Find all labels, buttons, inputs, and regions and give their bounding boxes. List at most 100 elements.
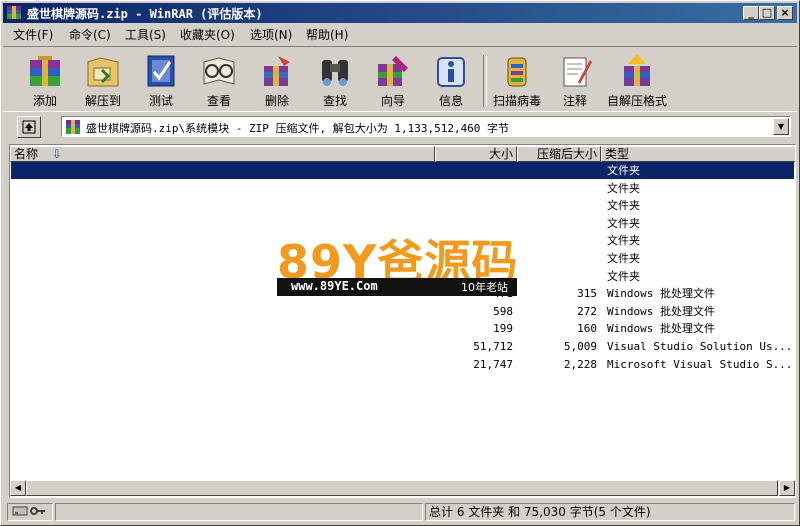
menu-bar: 文件(F) 命令(C) 工具(S) 收藏夹(O) 选项(N) 帮助(H) <box>3 24 797 44</box>
test-icon <box>147 55 175 87</box>
folder-row[interactable]: 消息定义文件夹 <box>11 180 794 197</box>
file-size: 21,747 <box>473 357 513 371</box>
folder-row[interactable]: 全局定义文件夹 <box>11 197 794 214</box>
file-size: 51,712 <box>473 340 513 353</box>
folder-row[interactable]: ..文件夹 <box>11 162 794 179</box>
menu-favorites[interactable]: 收藏夹(O) <box>180 26 235 43</box>
sfx-icon <box>624 54 650 86</box>
toolbar-test-button[interactable]: 测试 <box>131 50 191 110</box>
path-text: 盛世棋牌源码.zip\系统模块 - ZIP 压缩文件, 解包大小为 1,133,… <box>86 122 510 135</box>
column-header-name[interactable]: 名称 ⇩ <box>10 146 435 162</box>
column-name-label: 名称 <box>14 147 39 161</box>
status-bar: 总计 6 文件夹 和 75,030 字节(5 个文件) <box>3 501 797 523</box>
view-icon <box>203 57 235 85</box>
info-icon <box>437 57 465 87</box>
column-header-size[interactable]: 大小 <box>435 146 517 162</box>
file-type: 文件夹 <box>607 216 640 230</box>
toolbar-add-label: 添加 <box>32 94 57 108</box>
column-header-type[interactable]: 类型 <box>601 146 795 162</box>
toolbar-find-button[interactable]: 查找 <box>305 50 365 110</box>
status-selection-pane <box>55 503 423 521</box>
watermark-slogan: 10年老站 <box>461 281 508 294</box>
toolbar-comment-button[interactable]: 注释 <box>545 50 605 110</box>
toolbar-virus-scan-label: 扫描病毒 <box>492 94 541 108</box>
file-list[interactable]: 名称 ⇩ 大小 压缩后大小 类型 ..文件夹消息定义文件夹全局定义文件夹链接库文… <box>9 144 796 498</box>
file-packed-size: 5,009 <box>563 340 597 353</box>
file-packed-size: 2,228 <box>563 357 597 371</box>
toolbar-sfx-button[interactable]: 自解压格式 <box>607 50 667 110</box>
toolbar-add-button[interactable]: 添加 <box>15 50 75 110</box>
toolbar-info-button[interactable]: 信息 <box>421 50 481 110</box>
file-type: Windows 批处理文件 <box>607 322 715 336</box>
horizontal-scrollbar[interactable]: ◀ ▶ <box>10 480 795 496</box>
add-archive-icon <box>30 56 60 86</box>
close-button[interactable]: × <box>777 6 793 20</box>
toolbar-virus-scan-button[interactable]: 扫描病毒 <box>487 50 547 110</box>
toolbar-info-label: 信息 <box>438 94 463 108</box>
file-type: 文件夹 <box>607 252 640 265</box>
watermark-url: www.89YE.Com <box>291 279 378 293</box>
winrar-window: 盛世棋牌源码.zip - WinRAR (评估版本) _ □ × 文件(F) 命… <box>0 0 800 526</box>
toolbar-view-button[interactable]: 查看 <box>189 50 249 110</box>
menu-tools[interactable]: 工具(S) <box>125 26 166 43</box>
status-summary: 总计 6 文件夹 和 75,030 字节(5 个文件) <box>425 503 795 521</box>
file-packed-size: 315 <box>577 287 597 301</box>
archive-icon <box>66 120 80 134</box>
wizard-icon <box>378 56 408 86</box>
toolbar-comment-label: 注释 <box>562 94 587 108</box>
toolbar: 添加 解压到 测试 查看 删除 查找 向导 信息 扫描病毒 注释 自解压格式 <box>3 46 797 112</box>
toolbar-delete-label: 删除 <box>264 94 289 108</box>
drive-key-icon <box>12 506 45 516</box>
toolbar-test-label: 测试 <box>148 94 173 108</box>
menu-commands[interactable]: 命令(C) <box>69 26 111 43</box>
toolbar-extract-label: 解压到 <box>84 94 121 108</box>
file-row[interactable]: Platform.sln *21,7472,228Microsoft Visua… <box>11 356 794 373</box>
toolbar-wizard-button[interactable]: 向导 <box>363 50 423 110</box>
toolbar-sfx-label: 自解压格式 <box>607 94 668 108</box>
chevron-left-icon: ◀ <box>14 483 22 492</box>
column-header-packed[interactable]: 压缩后大小 <box>517 146 601 162</box>
address-bar: 盛世棋牌源码.zip\系统模块 - ZIP 压缩文件, 解包大小为 1,133,… <box>3 114 797 140</box>
menu-options[interactable]: 选项(N) <box>250 26 292 43</box>
delete-icon <box>264 56 290 86</box>
scroll-thumb[interactable] <box>26 480 778 496</box>
file-size: 199 <box>493 322 513 336</box>
chevron-right-icon: ▶ <box>783 483 791 492</box>
status-drive-pane[interactable] <box>7 503 53 521</box>
file-type: 文件夹 <box>607 199 640 213</box>
title-bar[interactable]: 盛世棋牌源码.zip - WinRAR (评估版本) _ □ × <box>3 3 797 23</box>
chevron-down-icon: ▼ <box>777 122 785 131</box>
sort-down-arrow-icon: ⇩ <box>51 147 62 161</box>
menu-file[interactable]: 文件(F) <box>13 26 53 43</box>
toolbar-find-label: 查找 <box>322 94 347 108</box>
file-packed-size: 272 <box>577 304 597 318</box>
up-arrow-icon <box>22 120 36 134</box>
scroll-right-button[interactable]: ▶ <box>779 480 795 496</box>
toolbar-view-label: 查看 <box>206 94 231 108</box>
extract-to-icon <box>87 57 119 87</box>
file-row[interactable]: 编译服务器端.bat *598272Windows 批处理文件 <box>11 303 794 320</box>
file-packed-size: 160 <box>577 322 597 336</box>
window-title: 盛世棋牌源码.zip - WinRAR (评估版本) <box>27 7 263 21</box>
path-field[interactable]: 盛世棋牌源码.zip\系统模块 - ZIP 压缩文件, 解包大小为 1,133,… <box>61 116 791 137</box>
toolbar-wizard-label: 向导 <box>380 94 405 108</box>
file-type: 文件夹 <box>607 164 640 177</box>
file-type: 文件夹 <box>607 234 640 248</box>
toolbar-extract-button[interactable]: 解压到 <box>73 50 133 110</box>
toolbar-delete-button[interactable]: 删除 <box>247 50 307 110</box>
minimize-button[interactable]: _ <box>743 6 759 20</box>
file-type: 文件夹 <box>607 269 640 283</box>
up-one-level-button[interactable] <box>17 116 41 138</box>
find-icon <box>322 60 348 86</box>
file-type: 文件夹 <box>607 181 640 195</box>
scroll-left-button[interactable]: ◀ <box>10 480 26 496</box>
file-type: Windows 批处理文件 <box>607 304 715 318</box>
winrar-app-icon <box>7 6 21 19</box>
menu-help[interactable]: 帮助(H) <box>306 26 348 43</box>
file-row[interactable]: Platform.suo *51,7125,009Visual Studio S… <box>11 338 794 355</box>
file-row[interactable]: 编译单个文件.bat *199160Windows 批处理文件 <box>11 320 794 337</box>
path-dropdown-button[interactable]: ▼ <box>773 118 789 135</box>
watermark: 89Y爸源码 www.89YE.Com 10年老站 <box>277 226 527 300</box>
maximize-button[interactable]: □ <box>759 6 775 20</box>
file-type: Microsoft Visual Studio S... <box>607 357 793 371</box>
